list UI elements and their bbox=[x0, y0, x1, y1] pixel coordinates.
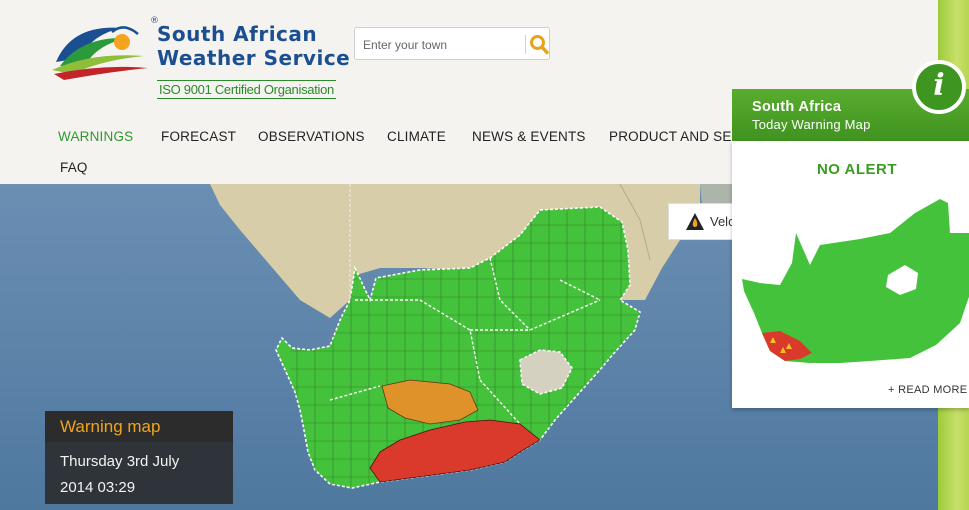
warning-map-timestamp: Thursday 3rd July 2014 03:29 bbox=[45, 442, 233, 504]
search-button[interactable] bbox=[529, 33, 549, 55]
town-search bbox=[354, 27, 550, 60]
nav-forecast[interactable]: FORECAST bbox=[161, 129, 236, 144]
today-warning-panel: NO ALERT + READ MORE bbox=[732, 141, 969, 408]
warning-date: Thursday 3rd July bbox=[60, 453, 180, 470]
nav-observations[interactable]: OBSERVATIONS bbox=[258, 129, 365, 144]
panel-title: South Africa bbox=[752, 99, 842, 115]
warning-map-caption: Warning map Thursday 3rd July 2014 03:29 bbox=[45, 411, 233, 504]
search-input[interactable] bbox=[361, 32, 525, 57]
iso-certification: ISO 9001 Certified Organisation bbox=[157, 80, 336, 99]
saws-logo[interactable]: ® South African Weather Service ISO 9001… bbox=[52, 14, 350, 104]
nav-warnings[interactable]: WARNINGS bbox=[58, 129, 133, 144]
fire-danger-tab[interactable]: Velo bbox=[668, 203, 738, 240]
logo-title-line2: Weather Service bbox=[157, 46, 351, 70]
search-divider bbox=[525, 35, 526, 54]
info-icon: i bbox=[933, 68, 945, 103]
nav-product-services[interactable]: PRODUCT AND SERV bbox=[609, 129, 750, 144]
nav-news-events[interactable]: NEWS & EVENTS bbox=[472, 129, 586, 144]
warning-time: 2014 03:29 bbox=[60, 479, 136, 496]
saws-logo-icon bbox=[52, 26, 148, 80]
logo-title-line1: South African bbox=[157, 22, 318, 46]
info-button[interactable]: i bbox=[912, 60, 966, 114]
mini-warning-map[interactable] bbox=[740, 193, 969, 368]
warning-map-title: Warning map bbox=[45, 411, 233, 442]
panel-subtitle: Today Warning Map bbox=[752, 117, 871, 132]
search-icon bbox=[530, 35, 549, 55]
nav-climate[interactable]: CLIMATE bbox=[387, 129, 446, 144]
read-more-link[interactable]: + READ MORE bbox=[888, 384, 967, 396]
nav-faq[interactable]: FAQ bbox=[60, 160, 88, 175]
alert-status: NO ALERT bbox=[816, 161, 898, 178]
fire-icon bbox=[686, 213, 704, 230]
